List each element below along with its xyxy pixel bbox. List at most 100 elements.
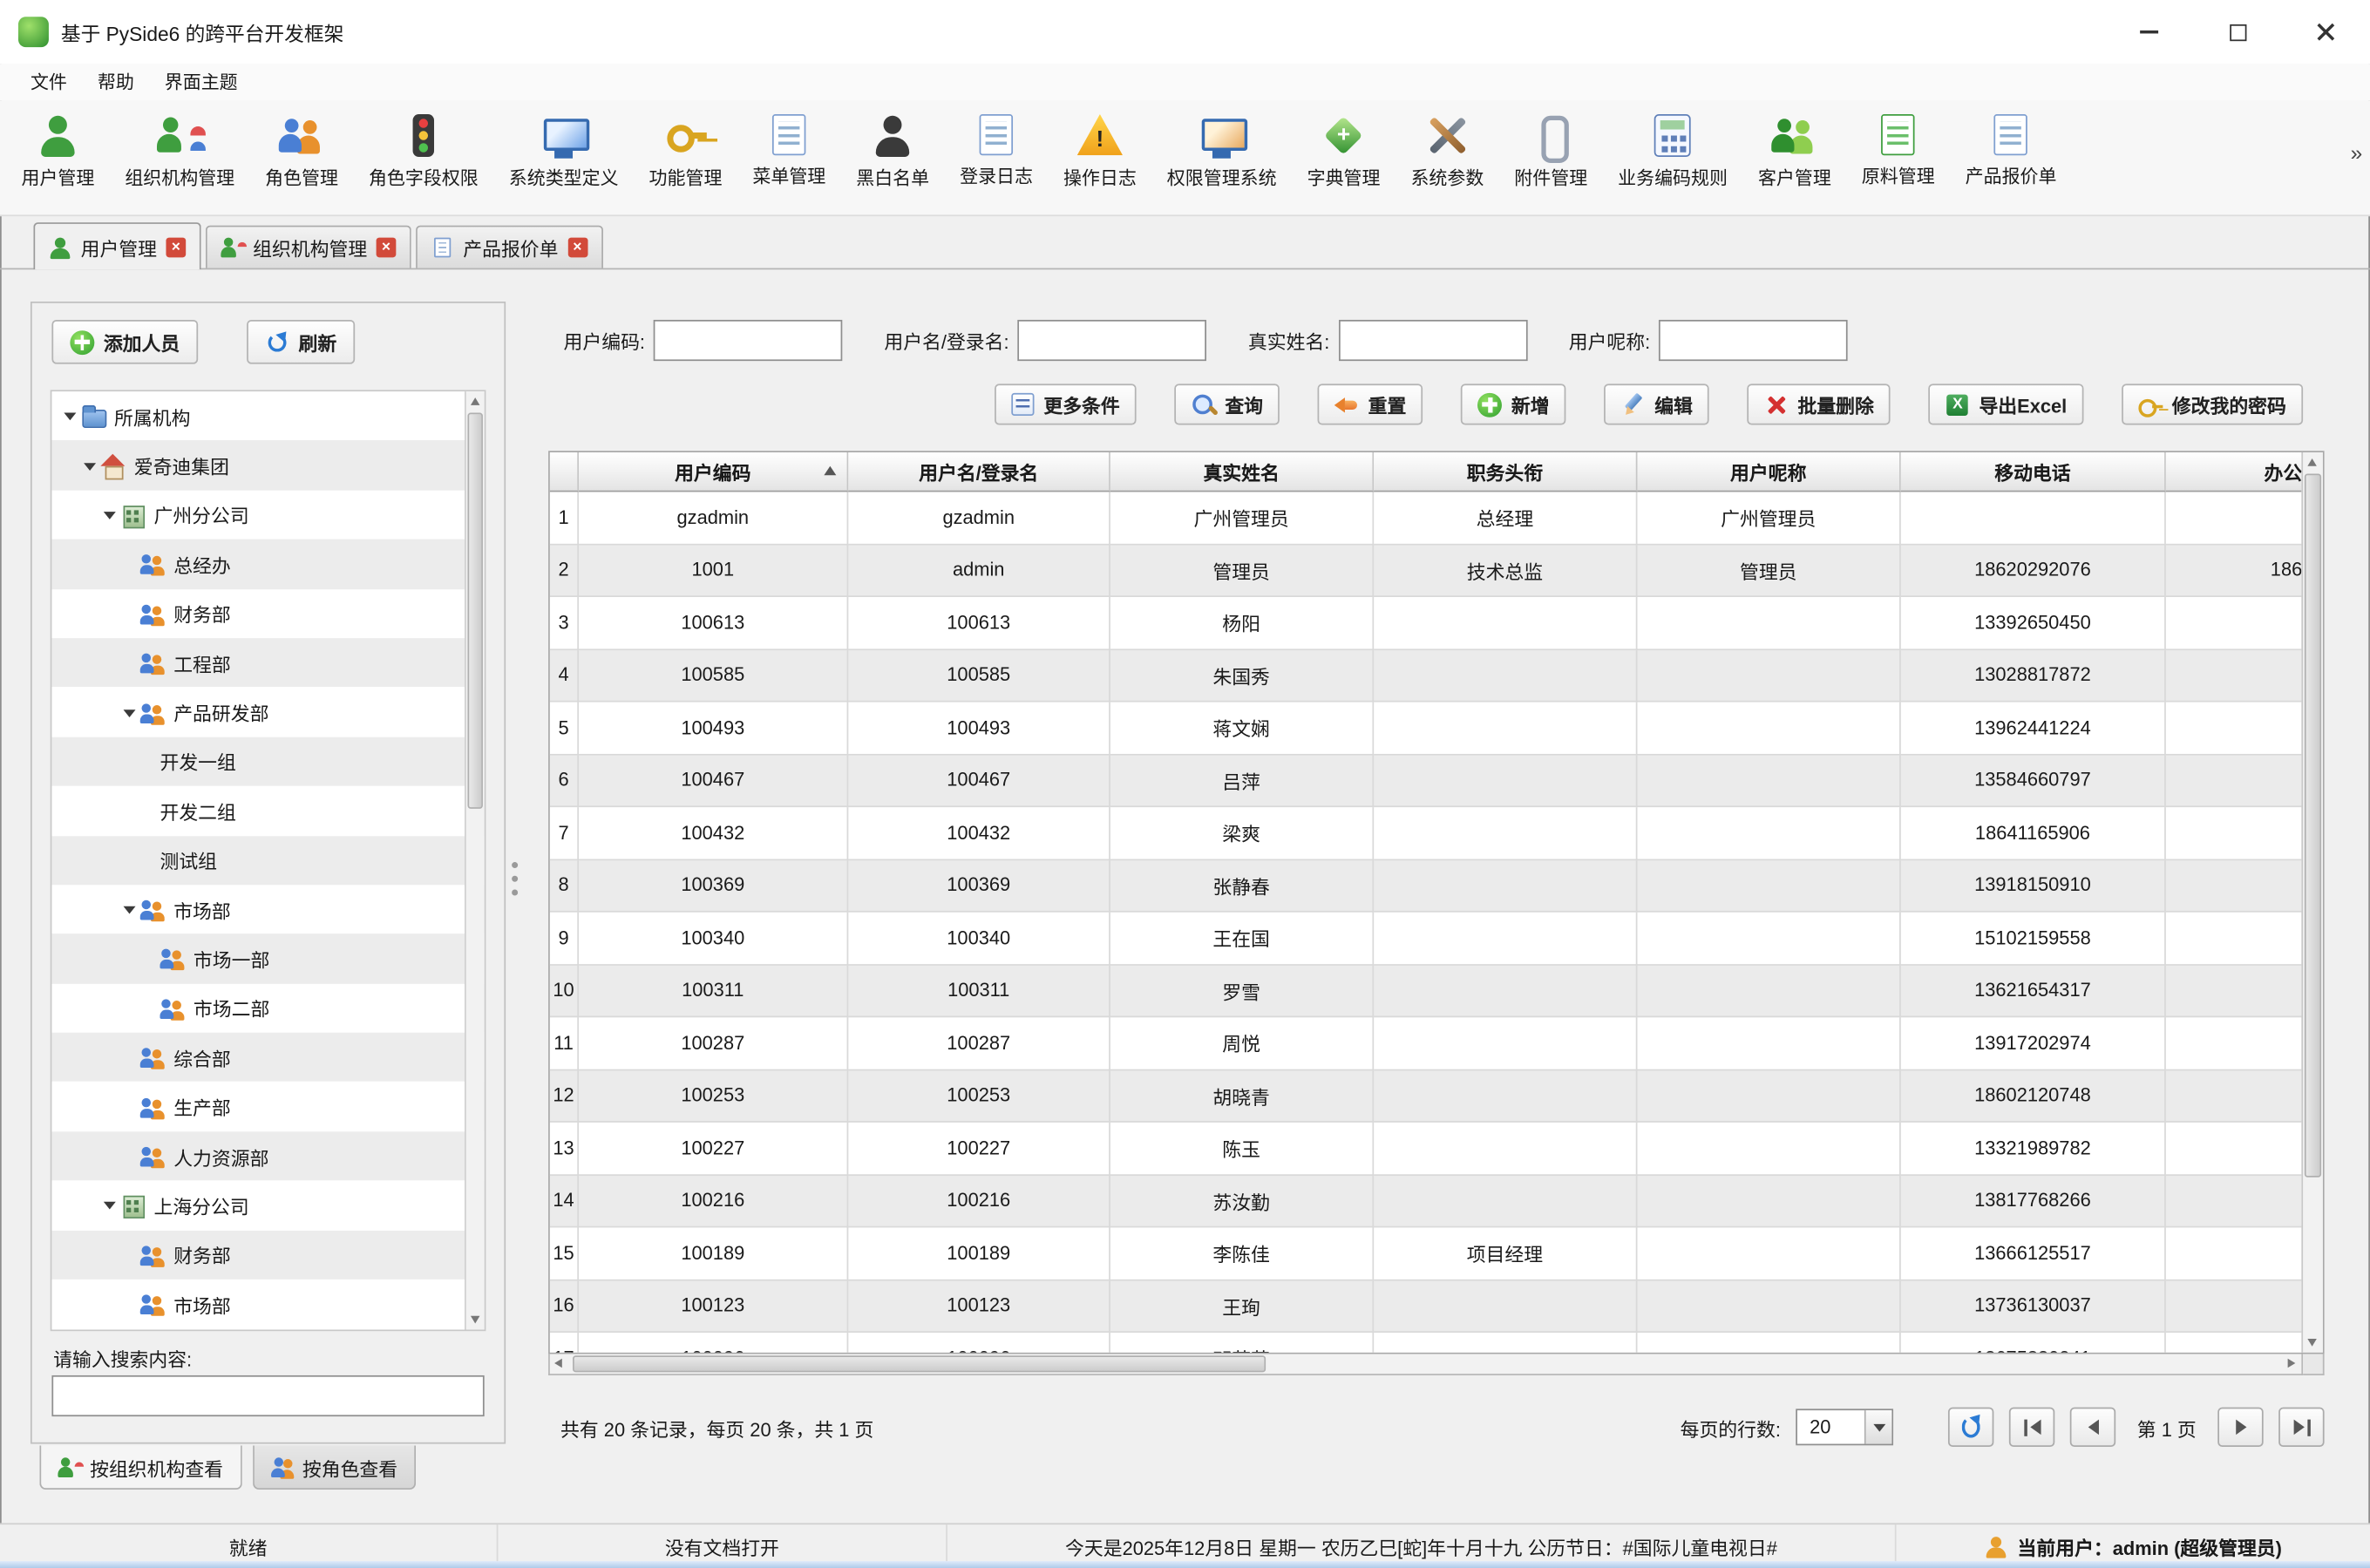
- toolbar-button[interactable]: 角色字段权限: [357, 105, 491, 195]
- toolbar-button[interactable]: 产品报价单: [1953, 105, 2069, 193]
- action-button[interactable]: 更多条件: [995, 384, 1137, 424]
- expander-icon[interactable]: [120, 588, 140, 638]
- add-person-button[interactable]: 添加人员: [51, 320, 198, 364]
- next-page-button[interactable]: [2217, 1408, 2263, 1447]
- expander-icon[interactable]: [140, 786, 160, 836]
- toolbar-button[interactable]: 登录日志: [947, 105, 1045, 193]
- tree-item[interactable]: 开发一组: [51, 736, 484, 786]
- action-button[interactable]: 修改我的密码: [2122, 384, 2303, 424]
- table-row[interactable]: 7 100432100432梁爽18641165906: [550, 807, 2302, 859]
- column-header[interactable]: 用户呢称: [1637, 452, 1900, 492]
- scroll-down-arrow-icon[interactable]: [2303, 1333, 2323, 1353]
- rows-per-page-select[interactable]: 20: [1796, 1408, 1893, 1445]
- toolbar-button[interactable]: 系统类型定义: [497, 105, 631, 195]
- tree-item[interactable]: 市场二部: [51, 983, 484, 1033]
- tree-item[interactable]: 生产部: [51, 1082, 484, 1131]
- maximize-button[interactable]: [2193, 0, 2281, 64]
- refresh-button[interactable]: 刷新: [247, 320, 355, 364]
- table-row[interactable]: 12 100253100253胡晓青18602120748: [550, 1070, 2302, 1123]
- table-row[interactable]: 8 100369100369张静春13918150910: [550, 859, 2302, 912]
- toolbar-button[interactable]: 权限管理系统: [1155, 105, 1289, 195]
- expander-icon[interactable]: [120, 1131, 140, 1181]
- scrollbar-thumb[interactable]: [467, 413, 482, 809]
- table-row[interactable]: 15 100189100189李陈佳项目经理13666125517: [550, 1227, 2302, 1280]
- column-header[interactable]: 办公电话: [2166, 452, 2302, 492]
- tab-close-icon[interactable]: [166, 237, 186, 257]
- tree-search-input[interactable]: [51, 1375, 484, 1416]
- table-row[interactable]: 1 gzadmingzadmin广州管理员总经理广州管理员: [550, 492, 2302, 544]
- prev-page-button[interactable]: [2070, 1408, 2115, 1447]
- scroll-right-arrow-icon[interactable]: [2282, 1354, 2302, 1374]
- expander-icon[interactable]: [120, 1230, 140, 1280]
- menu-item[interactable]: 帮助: [82, 64, 149, 100]
- expander-icon[interactable]: [140, 736, 160, 786]
- menu-item[interactable]: 文件: [15, 64, 82, 100]
- toolbar-button[interactable]: 菜单管理: [740, 105, 838, 193]
- scroll-down-arrow-icon[interactable]: [466, 1310, 485, 1330]
- toolbar-button[interactable]: 组织机构管理: [112, 105, 247, 195]
- tree-item[interactable]: 人力资源部: [51, 1131, 484, 1181]
- tree-item[interactable]: 测试组: [51, 835, 484, 885]
- tab-close-icon[interactable]: [567, 238, 587, 258]
- tree-item[interactable]: 上海分公司: [51, 1181, 484, 1231]
- expander-icon[interactable]: [100, 1181, 120, 1231]
- tree-item[interactable]: 财务部: [51, 1230, 484, 1280]
- column-header[interactable]: 移动电话: [1901, 452, 2166, 492]
- expander-icon[interactable]: [120, 1082, 140, 1131]
- scroll-up-arrow-icon[interactable]: [2303, 452, 2323, 472]
- view-tab[interactable]: 按组织机构查看: [39, 1445, 241, 1490]
- column-header[interactable]: 职务头衔: [1374, 452, 1637, 492]
- filter-input[interactable]: [1339, 320, 1528, 361]
- tree-item[interactable]: 产品研发部: [51, 688, 484, 737]
- table-vertical-scrollbar[interactable]: [2301, 452, 2322, 1353]
- column-header[interactable]: 真实姓名: [1110, 452, 1374, 492]
- filter-input[interactable]: [1018, 320, 1207, 361]
- toolbar-button[interactable]: 业务编码规则: [1606, 105, 1740, 195]
- tree-item[interactable]: 开发二组: [51, 786, 484, 836]
- toolbar-button[interactable]: 原料管理: [1850, 105, 1947, 193]
- expander-icon[interactable]: [120, 1280, 140, 1329]
- tree-item[interactable]: 爱奇迪集团: [51, 441, 484, 491]
- table-row[interactable]: 14 100216100216苏汝勤13817768266: [550, 1175, 2302, 1227]
- tree-scrollbar[interactable]: [465, 391, 485, 1329]
- table-row[interactable]: 10 100311100311罗雪13621654317: [550, 965, 2302, 1017]
- tree-item[interactable]: 市场部: [51, 1280, 484, 1329]
- scroll-up-arrow-icon[interactable]: [466, 391, 485, 411]
- filter-input[interactable]: [1660, 320, 1849, 361]
- action-button[interactable]: 查询: [1175, 384, 1280, 424]
- table-row[interactable]: 6 100467100467吕萍13584660797: [550, 755, 2302, 807]
- chevron-down-icon[interactable]: [1864, 1410, 1891, 1443]
- table-row[interactable]: 3 100613100613杨阳13392650450: [550, 597, 2302, 649]
- filter-input[interactable]: [654, 320, 843, 361]
- table-row[interactable]: 9 100340100340王在国15102159558: [550, 913, 2302, 965]
- toolbar-button[interactable]: 黑白名单: [844, 105, 941, 195]
- toolbar-button[interactable]: 功能管理: [637, 105, 735, 195]
- scroll-left-arrow-icon[interactable]: [550, 1354, 570, 1374]
- action-button[interactable]: 新增: [1461, 384, 1566, 424]
- expander-icon[interactable]: [61, 391, 81, 441]
- table-row[interactable]: 16 100123100123王珣13736130037: [550, 1280, 2302, 1333]
- table-row[interactable]: 13 100227100227陈玉13321989782: [550, 1123, 2302, 1175]
- tree-item[interactable]: 综合部: [51, 1033, 484, 1083]
- column-header[interactable]: 用户名/登录名: [848, 452, 1110, 492]
- close-button[interactable]: [2282, 0, 2370, 64]
- scrollbar-thumb[interactable]: [2305, 473, 2321, 1177]
- action-button[interactable]: 批量删除: [1748, 384, 1891, 424]
- tree-item[interactable]: 市场部: [51, 885, 484, 934]
- refresh-table-button[interactable]: [1948, 1408, 1993, 1447]
- toolbar-button[interactable]: 字典管理: [1295, 105, 1393, 195]
- tree-item[interactable]: 所属机构: [51, 391, 484, 441]
- expander-icon[interactable]: [81, 441, 101, 491]
- toolbar-overflow-chevron[interactable]: »: [2351, 140, 2363, 165]
- table-row[interactable]: 4 100585100585朱国秀13028817872: [550, 649, 2302, 702]
- tree-item[interactable]: 广州分公司: [51, 490, 484, 540]
- action-button[interactable]: 重置: [1318, 384, 1423, 424]
- minimize-button[interactable]: [2105, 0, 2193, 64]
- document-tab[interactable]: 产品报价单: [416, 226, 602, 268]
- toolbar-button[interactable]: 用户管理: [9, 105, 106, 195]
- tab-close-icon[interactable]: [377, 238, 397, 258]
- tree-item[interactable]: 市场一部: [51, 934, 484, 984]
- expander-icon[interactable]: [100, 490, 120, 540]
- panel-splitter[interactable]: [507, 302, 524, 1444]
- view-tab[interactable]: 按角色查看: [252, 1445, 416, 1490]
